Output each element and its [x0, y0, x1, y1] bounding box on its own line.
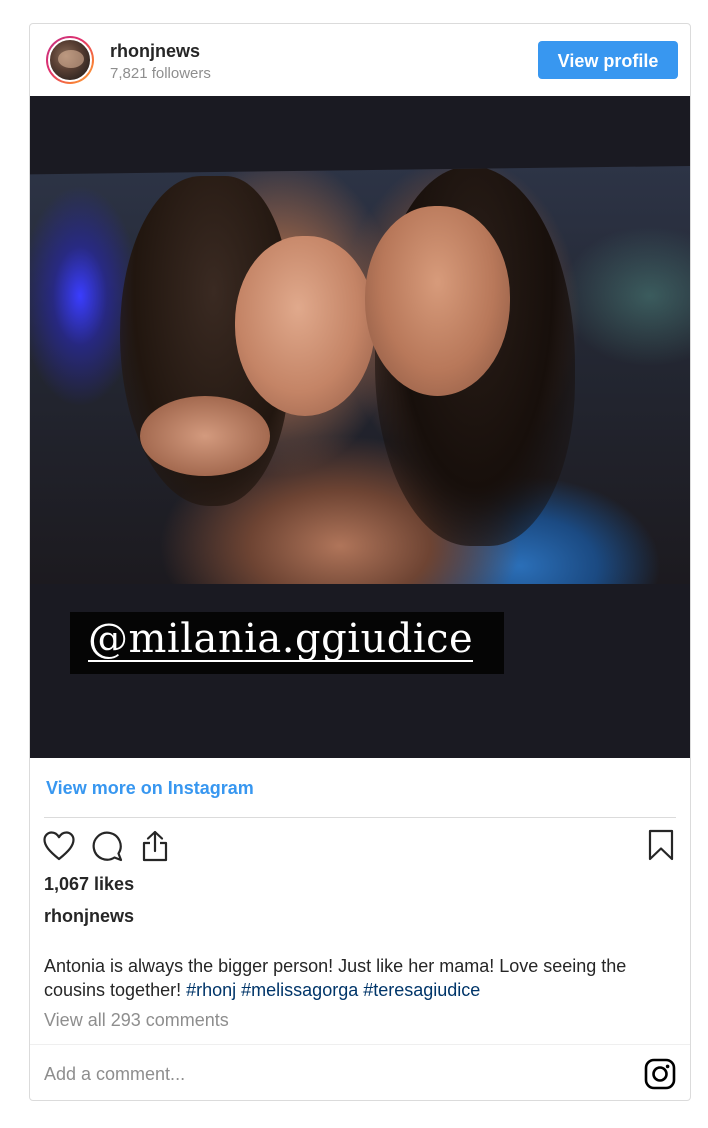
- share-icon[interactable]: [138, 829, 172, 863]
- like-count[interactable]: 1,067 likes: [44, 874, 134, 895]
- mention-sticker: @milania.ggiudice: [70, 612, 504, 674]
- mention-underline: [88, 660, 473, 662]
- action-bar: [42, 826, 172, 866]
- avatar[interactable]: [46, 36, 94, 84]
- bookmark-icon[interactable]: [646, 828, 676, 862]
- post-author[interactable]: rhonjnews: [44, 906, 134, 927]
- photo-region: [235, 236, 375, 416]
- post-photo: [30, 166, 690, 584]
- post-media[interactable]: @milania.ggiudice: [30, 96, 690, 758]
- photo-region: [140, 396, 270, 476]
- hashtag-link[interactable]: #teresagiudice: [363, 980, 480, 1000]
- view-comments-link[interactable]: View all 293 comments: [44, 1010, 229, 1031]
- instagram-embed-card: rhonjnews 7,821 followers View profile @…: [29, 23, 691, 1101]
- follower-count: 7,821 followers: [110, 65, 211, 82]
- profile-username[interactable]: rhonjnews: [110, 41, 200, 62]
- heart-icon[interactable]: [42, 829, 76, 863]
- divider: [44, 817, 676, 818]
- mention-sticker-text: @milania.ggiudice: [88, 616, 474, 662]
- avatar-image: [48, 38, 92, 82]
- instagram-logo-icon[interactable]: [644, 1058, 676, 1090]
- comment-icon[interactable]: [90, 829, 124, 863]
- post-caption: Antonia is always the bigger person! Jus…: [44, 954, 676, 1002]
- view-more-link[interactable]: View more on Instagram: [46, 778, 254, 799]
- divider: [30, 1044, 690, 1045]
- photo-region: [365, 206, 510, 396]
- hashtag-link[interactable]: #rhonj: [186, 980, 236, 1000]
- comment-input[interactable]: [44, 1056, 604, 1092]
- view-profile-button[interactable]: View profile: [538, 41, 678, 79]
- post-header: rhonjnews 7,821 followers View profile: [30, 24, 690, 96]
- hashtag-link[interactable]: #melissagorga: [241, 980, 358, 1000]
